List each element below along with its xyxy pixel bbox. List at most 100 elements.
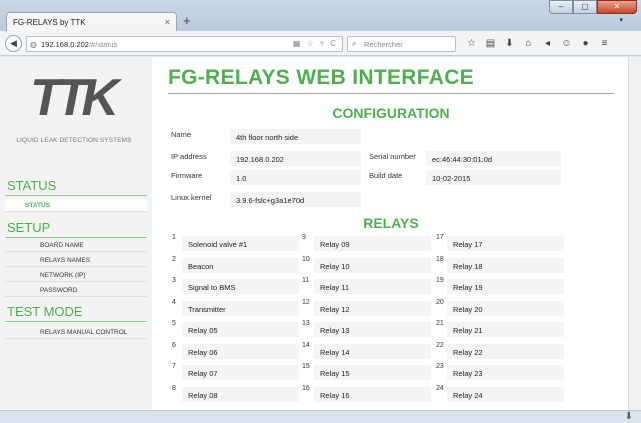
sidebar-item-relays-manual-control[interactable]: RELAYS MANUAL CONTROL xyxy=(5,326,147,339)
relay-name-field: Relay 14 xyxy=(314,343,431,359)
tab-list-chevron-icon[interactable]: ▾ xyxy=(619,16,623,24)
relay-name-field: Relay 08 xyxy=(182,386,299,402)
build-date-label: Build date xyxy=(369,171,403,180)
search-input[interactable]: ⌕ Rechercher xyxy=(347,36,456,52)
svg-text:TTK: TTK xyxy=(30,75,122,119)
relay-name-field: Relay 17 xyxy=(447,236,564,251)
relay-number: 18 xyxy=(436,255,444,263)
downloads-icon[interactable]: ⬇ xyxy=(500,36,519,51)
relay-name-field: Relay 07 xyxy=(182,365,299,380)
title-divider xyxy=(168,93,614,94)
relay-number: 7 xyxy=(172,363,176,370)
relay-name-field: Relay 21 xyxy=(447,322,564,337)
ip-address-label: IP address xyxy=(171,152,207,161)
window-controls: – ▢ ✕ xyxy=(549,0,637,14)
bookmarks-list-icon[interactable]: ▤ xyxy=(481,36,500,51)
address-bar[interactable]: ◍ 192.168.0.202/#/status ▦ ☆ ▿ C xyxy=(26,36,343,52)
relay-name-field: Relay 23 xyxy=(447,365,564,380)
relay-number: 10 xyxy=(302,255,310,263)
relay-number: 8 xyxy=(172,384,176,392)
relay-name-field: Solenoid valve #1 xyxy=(182,236,299,251)
relay-number: 21 xyxy=(436,320,444,327)
relay-number: 1 xyxy=(172,234,176,241)
sidebar-item-network-ip[interactable]: NETWORK (IP) xyxy=(5,269,147,282)
navigation-bar: ◀ ◍ 192.168.0.202/#/status ▦ ☆ ▿ C ⌕ Rec… xyxy=(0,31,641,56)
smiley-icon[interactable]: ☺ xyxy=(557,36,576,51)
ip-address-value: 192.168.0.202 xyxy=(230,151,361,166)
ttk-logo: TTK xyxy=(30,75,122,119)
relay-name-field: Relay 18 xyxy=(447,257,564,273)
relay-number: 11 xyxy=(302,277,310,284)
name-label: Name xyxy=(171,130,192,139)
page-title: FG-RELAYS WEB INTERFACE xyxy=(168,66,474,89)
browser-tab[interactable]: FG-RELAYS by TTK × xyxy=(6,12,177,31)
relay-name-field: Relay 12 xyxy=(314,300,431,316)
configuration-heading: CONFIGURATION xyxy=(332,105,450,121)
relay-number: 3 xyxy=(172,277,176,284)
vertical-scrollbar[interactable] xyxy=(628,57,641,410)
chat-icon[interactable]: ● xyxy=(576,36,595,51)
firmware-value: 1.0 xyxy=(230,170,361,185)
download-arrow-icon[interactable]: ⬇ xyxy=(625,411,633,422)
home-icon[interactable]: ⌂ xyxy=(519,36,538,51)
sidebar-item-password[interactable]: PASSWORD xyxy=(5,284,147,297)
relay-name-field: Relay 06 xyxy=(182,343,299,359)
minimize-icon[interactable]: – xyxy=(549,0,573,14)
relay-number: 4 xyxy=(172,298,176,306)
sidebar-section-status: STATUS xyxy=(5,178,147,196)
tab-title: FG-RELAYS by TTK xyxy=(13,18,86,27)
relay-number: 6 xyxy=(172,341,176,349)
relay-number: 22 xyxy=(436,341,444,349)
relays-heading: RELAYS xyxy=(363,215,419,231)
sidebar-item-board-name[interactable]: BOARD NAME xyxy=(5,239,147,252)
sidebar-item-relays-names[interactable]: RELAYS NAMES xyxy=(5,254,147,267)
relay-name-field: Relay 16 xyxy=(314,386,431,402)
close-tab-icon[interactable]: × xyxy=(165,17,170,27)
search-icon: ⌕ xyxy=(352,39,357,48)
back-arrow-icon[interactable]: ◀ xyxy=(5,35,22,52)
relay-name-field: Relay 11 xyxy=(314,279,431,294)
relay-number: 15 xyxy=(302,363,310,370)
relay-number: 16 xyxy=(302,384,310,392)
relay-number: 2 xyxy=(172,255,176,263)
name-value: 4th floor north side xyxy=(230,129,361,144)
serial-number-value: ec:46:44:30:01:0d xyxy=(426,151,561,166)
relay-number: 12 xyxy=(302,298,310,306)
relay-number: 19 xyxy=(436,277,444,284)
page-content: TTK LIQUID LEAK DETECTION SYSTEMS STATUS… xyxy=(0,57,628,410)
site-info-icon[interactable]: ◍ xyxy=(30,40,37,49)
close-window-icon[interactable]: ✕ xyxy=(597,0,637,14)
relay-number: 9 xyxy=(302,234,306,241)
linux-kernel-label: Linux kernel xyxy=(171,193,212,202)
firmware-label: Firmware xyxy=(171,171,203,180)
relay-number: 24 xyxy=(436,384,444,392)
relay-name-field: Signal to BMS xyxy=(182,279,299,294)
sidebar-item-status[interactable]: STATUS xyxy=(5,199,147,212)
send-icon[interactable]: ◂ xyxy=(538,36,557,51)
relay-name-field: Transmitter xyxy=(182,300,299,316)
sidebar-section-test-mode: TEST MODE xyxy=(5,304,147,322)
maximize-icon[interactable]: ▢ xyxy=(573,0,597,14)
relay-number: 5 xyxy=(172,320,176,327)
search-placeholder: Rechercher xyxy=(364,40,403,49)
relay-name-field: Relay 22 xyxy=(447,343,564,359)
browser-tab-bar: FG-RELAYS by TTK × + ▾ – ▢ ✕ xyxy=(0,0,641,31)
main-panel: FG-RELAYS WEB INTERFACE CONFIGURATION Na… xyxy=(152,57,628,410)
linux-kernel-value: 3.9.6-fslc+g3a1e70d xyxy=(230,192,361,207)
relay-name-field: Relay 20 xyxy=(447,300,564,316)
new-tab-button[interactable]: + xyxy=(183,13,191,28)
relay-name-field: Beacon xyxy=(182,257,299,273)
relay-number: 20 xyxy=(436,298,444,306)
menu-icon[interactable]: ≡ xyxy=(595,36,614,51)
relay-name-field: Relay 19 xyxy=(447,279,564,294)
relay-name-field: Relay 09 xyxy=(314,236,431,251)
relay-number: 14 xyxy=(302,341,310,349)
url-path: /#/status xyxy=(88,40,118,49)
sidebar-section-setup: SETUP xyxy=(5,220,147,238)
bookmark-star-icon[interactable]: ☆ xyxy=(462,36,481,51)
reader-bookmark-reload-icons[interactable]: ▦ ☆ ▿ C xyxy=(293,39,338,48)
browser-toolbar: ☆ ▤ ⬇ ⌂ ◂ ☺ ● ≡ xyxy=(462,36,614,51)
serial-number-label: Serial number xyxy=(369,152,416,161)
relay-name-field: Relay 15 xyxy=(314,365,431,380)
sidebar: TTK LIQUID LEAK DETECTION SYSTEMS STATUS… xyxy=(0,57,152,410)
